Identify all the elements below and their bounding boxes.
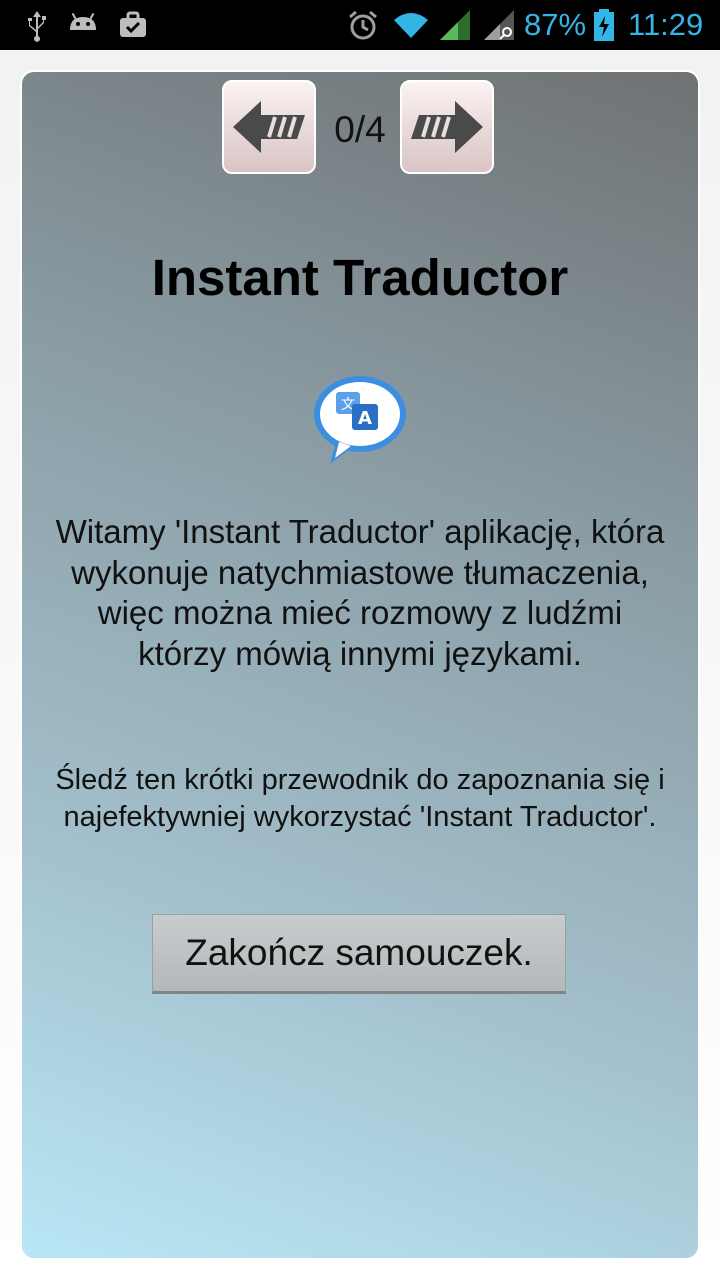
page-counter: 0/4 — [334, 109, 386, 150]
battery-charging-icon — [594, 9, 614, 41]
alarm-icon — [349, 10, 377, 40]
signal-roaming-icon — [484, 10, 514, 40]
guide-text: Śledź ten krótki przewodnik do zapoznani… — [55, 764, 665, 833]
arrow-left-icon — [233, 101, 305, 153]
end-tutorial-button[interactable]: Zakończ samouczek. — [152, 914, 566, 994]
briefcase-icon — [120, 11, 146, 37]
arrow-right-icon — [411, 101, 483, 153]
next-page-button[interactable] — [400, 80, 494, 174]
wifi-icon — [394, 13, 428, 38]
svg-text:A: A — [358, 408, 372, 429]
clock: 11:29 — [628, 7, 704, 42]
android-debug-icon — [70, 12, 96, 30]
tutorial-card: 0/4 Instant Traductor 文 A Witamy 'Instan… — [22, 72, 698, 1258]
signal-icon — [440, 10, 470, 40]
status-bar: 87% 11:29 — [0, 0, 720, 50]
welcome-text: Witamy 'Instant Traductor' aplikację, kt… — [55, 513, 665, 672]
battery-percent: 87% — [524, 7, 587, 42]
usb-icon — [28, 11, 46, 42]
previous-page-button[interactable] — [222, 80, 316, 174]
page-title: Instant Traductor — [151, 249, 569, 306]
translate-bubble-icon: 文 A — [314, 376, 406, 464]
